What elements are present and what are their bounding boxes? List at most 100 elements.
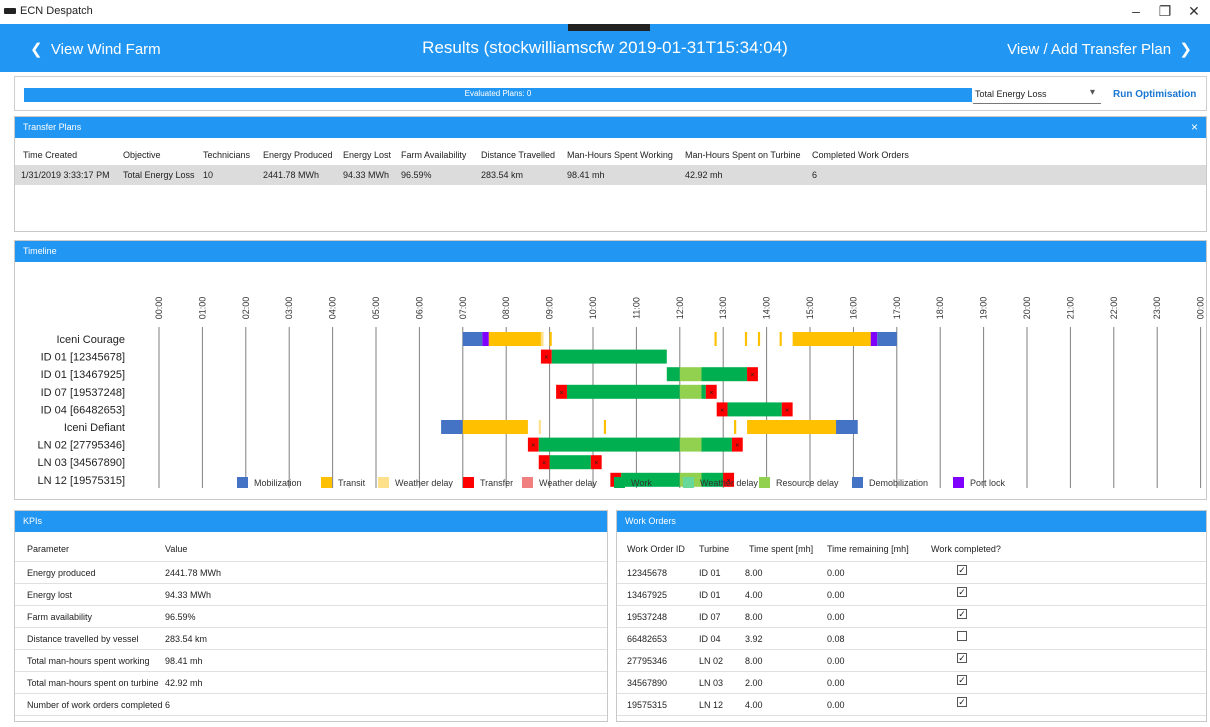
wo-remaining: 0.08 <box>827 634 845 644</box>
gantt-bar <box>441 420 463 434</box>
table-row: Total man-hours spent working 98.41 mh <box>15 650 607 672</box>
row-label: ID 04 [66482653] <box>41 404 125 416</box>
work-completed-checkbox[interactable]: ✓ <box>957 675 967 685</box>
wo-id: 12345678 <box>627 568 668 578</box>
table-row: 13467925 ID 01 4.00 0.00 ✓ <box>617 584 1206 606</box>
hour-tick-label: 11:00 <box>631 297 641 319</box>
table-cell: 283.54 km <box>481 170 524 180</box>
hour-tick-label: 18:00 <box>935 297 945 320</box>
objective-select[interactable]: Total Energy Loss ▾ <box>973 86 1101 104</box>
table-cell: 6 <box>812 170 818 180</box>
hour-tick-label: 15:00 <box>805 297 815 320</box>
kpi-table-header: Parameter Value <box>15 532 607 562</box>
wo-id: 19575315 <box>627 700 668 710</box>
kpi-value: 42.92 mh <box>165 678 203 688</box>
work-completed-checkbox[interactable]: ✓ <box>957 609 967 619</box>
hour-tick-label: 00:00 <box>1196 297 1206 320</box>
row-label: LN 02 [27795346] <box>38 440 125 452</box>
wo-turbine: LN 12 <box>699 700 724 710</box>
gantt-bar <box>870 332 878 346</box>
work-completed-checkbox[interactable]: ✓ <box>957 653 967 663</box>
hour-tick-label: 14:00 <box>762 297 772 320</box>
view-wind-farm-button[interactable]: ❮ View Wind Farm <box>30 40 161 58</box>
column-header: Distance Travelled <box>481 150 556 160</box>
gantt-bar <box>744 332 748 346</box>
column-header: Work completed? <box>931 544 1001 554</box>
kpi-parameter: Energy produced <box>27 568 96 578</box>
column-header: Energy Produced <box>263 150 333 160</box>
work-completed-checkbox[interactable] <box>957 631 967 641</box>
legend-swatch <box>953 477 964 488</box>
back-label: View Wind Farm <box>50 41 161 58</box>
gantt-bar <box>462 420 528 434</box>
gantt-bar <box>666 367 680 382</box>
gantt-bar <box>714 332 717 346</box>
hour-tick-label: 07:00 <box>458 297 468 320</box>
legend-label: Weather delay <box>395 478 453 488</box>
work-orders-table-header: Work Order ID Turbine Time spent [mh] Time … <box>617 532 1206 562</box>
column-header: Objective <box>123 150 161 160</box>
kpis-header: KPIs <box>15 511 607 532</box>
wo-remaining: 0.00 <box>827 678 845 688</box>
column-header: Parameter <box>27 544 70 554</box>
wo-turbine: ID 07 <box>699 612 721 622</box>
restore-button[interactable]: ❐ <box>1155 3 1175 20</box>
gantt-bar <box>679 384 702 399</box>
legend-label: Work <box>631 478 652 488</box>
kpi-parameter: Total man-hours spent working <box>27 656 150 666</box>
work-completed-checkbox[interactable]: ✓ <box>957 565 967 575</box>
progress-label: Evaluated Plans: 0 <box>464 89 532 98</box>
work-completed-checkbox[interactable]: ✓ <box>957 697 967 707</box>
optimisation-bar: Evaluated Plans: 0 Total Energy Loss ▾ R… <box>14 76 1207 111</box>
legend-label: Weather delay <box>700 478 758 488</box>
window-titlebar: ECN Despatch – ❐ ✕ <box>0 0 1210 24</box>
kpi-value: 98.41 mh <box>165 656 203 666</box>
transfer-marker-icon: × <box>544 355 548 362</box>
kpi-value: 96.59% <box>165 612 196 622</box>
row-label: ID 01 [12345678] <box>41 352 125 364</box>
table-cell: 1/31/2019 3:33:17 PM <box>21 170 110 180</box>
wo-remaining: 0.00 <box>827 656 845 666</box>
close-icon[interactable]: × <box>1191 120 1198 134</box>
hour-tick-label: 06:00 <box>414 297 424 320</box>
table-row: Energy lost 94.33 MWh <box>15 584 607 606</box>
gantt-bar <box>679 367 702 382</box>
kpi-value: 2441.78 MWh <box>165 568 222 578</box>
hour-tick-label: 17:00 <box>892 297 902 320</box>
app-icon <box>4 8 16 14</box>
table-header: Time Created Objective Technicians Energy P… <box>15 145 1206 165</box>
gantt-bar <box>747 420 837 434</box>
gantt-bar <box>701 437 732 452</box>
wo-turbine: LN 03 <box>699 678 724 688</box>
gantt-bar <box>792 332 871 346</box>
hour-tick-label: 00:00 <box>154 297 164 320</box>
minimize-button[interactable]: – <box>1126 3 1146 19</box>
drag-handle[interactable] <box>568 24 650 31</box>
gantt-svg: 00:00 01:00 02:00 03:00 04:00 05:00 06:00 07:00… <box>38 297 1206 488</box>
table-cell: Total Energy Loss <box>123 170 195 180</box>
view-add-transfer-plan-button[interactable]: View / Add Transfer Plan ❯ <box>1007 40 1192 58</box>
transfer-marker-icon: × <box>750 372 754 379</box>
legend-label: Weather delay <box>539 478 597 488</box>
column-header: Man-Hours Spent Working <box>567 150 673 160</box>
wo-spent: 4.00 <box>745 590 763 600</box>
column-header: Time remaining [mh] <box>827 544 909 554</box>
work-completed-checkbox[interactable]: ✓ <box>957 587 967 597</box>
legend-label: Demobilization <box>869 478 928 488</box>
run-optimisation-button[interactable]: Run Optimisation <box>1113 89 1196 100</box>
table-row[interactable]: 1/31/2019 3:33:17 PM Total Energy Loss 10 2… <box>15 165 1206 185</box>
table-cell: 2441.78 MWh <box>263 170 320 180</box>
close-window-button[interactable]: ✕ <box>1184 3 1204 20</box>
column-header: Completed Work Orders <box>812 150 909 160</box>
gantt-bar <box>549 455 591 470</box>
chevron-left-icon: ❮ <box>30 41 43 58</box>
wo-id: 66482653 <box>627 634 668 644</box>
gantt-bar <box>462 332 483 346</box>
transfer-plans-header: Transfer Plans × <box>15 117 1206 138</box>
panel-title: Transfer Plans <box>23 122 82 132</box>
timeline-chart: 00:00 01:00 02:00 03:00 04:00 05:00 06:00 07:00… <box>15 262 1206 502</box>
wo-remaining: 0.00 <box>827 590 845 600</box>
hour-tick-label: 08:00 <box>501 297 511 320</box>
column-header: Time Created <box>23 150 78 160</box>
chevron-right-icon: ❯ <box>1179 41 1192 58</box>
